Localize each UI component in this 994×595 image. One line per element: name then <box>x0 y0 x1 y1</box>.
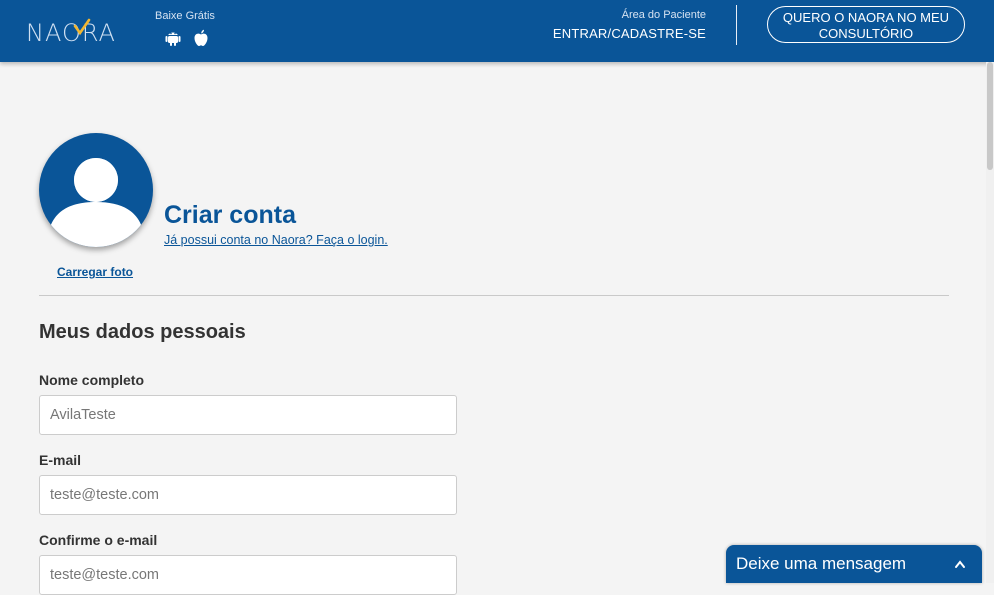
logo-wordmark: NAORA <box>26 19 116 44</box>
chat-widget-label: Deixe uma mensagem <box>736 554 907 573</box>
user-avatar-icon <box>47 158 145 247</box>
page-title: Criar conta <box>164 201 296 229</box>
personal-data-section-title: Meus dados pessoais <box>39 321 246 343</box>
full-name-input[interactable] <box>39 395 457 435</box>
naora-for-clinic-button[interactable]: QUERO O NAORA NO MEU CONSULTÓRIO <box>767 6 965 43</box>
confirm-email-label: Confirme o e-mail <box>39 532 158 548</box>
email-label: E-mail <box>39 452 82 468</box>
apple-icon[interactable] <box>193 29 209 47</box>
login-register-link[interactable]: ENTRAR/CADASTRE-SE <box>553 26 706 41</box>
profile-photo-placeholder[interactable] <box>39 133 153 247</box>
chevron-up-icon[interactable] <box>954 559 966 569</box>
patient-area-label: Área do Paciente <box>621 9 706 21</box>
existing-account-login-link[interactable]: Já possui conta no Naora? Faça o login. <box>164 233 388 247</box>
email-input[interactable] <box>39 475 457 515</box>
scrollbar-thumb[interactable] <box>987 62 993 170</box>
full-name-label: Nome completo <box>39 372 145 388</box>
free-download-label: Baixe Grátis <box>155 10 215 22</box>
section-divider <box>39 295 949 296</box>
android-icon[interactable] <box>165 29 181 47</box>
naora-logo-mark: NAORA <box>26 18 116 47</box>
patient-area: Área do Paciente ENTRAR/CADASTRE-SE <box>553 9 706 41</box>
leave-message-chat-widget[interactable]: Deixe uma mensagem <box>726 545 982 583</box>
upload-photo-link[interactable]: Carregar foto <box>57 265 133 279</box>
naora-logo[interactable]: NAORA <box>26 18 128 47</box>
confirm-email-input[interactable] <box>39 555 457 595</box>
top-navigation-bar: NAORA Baixe Grátis Área do Paciente ENTR… <box>0 0 994 62</box>
header-divider <box>736 5 737 45</box>
page-scrollbar[interactable] <box>986 62 994 583</box>
